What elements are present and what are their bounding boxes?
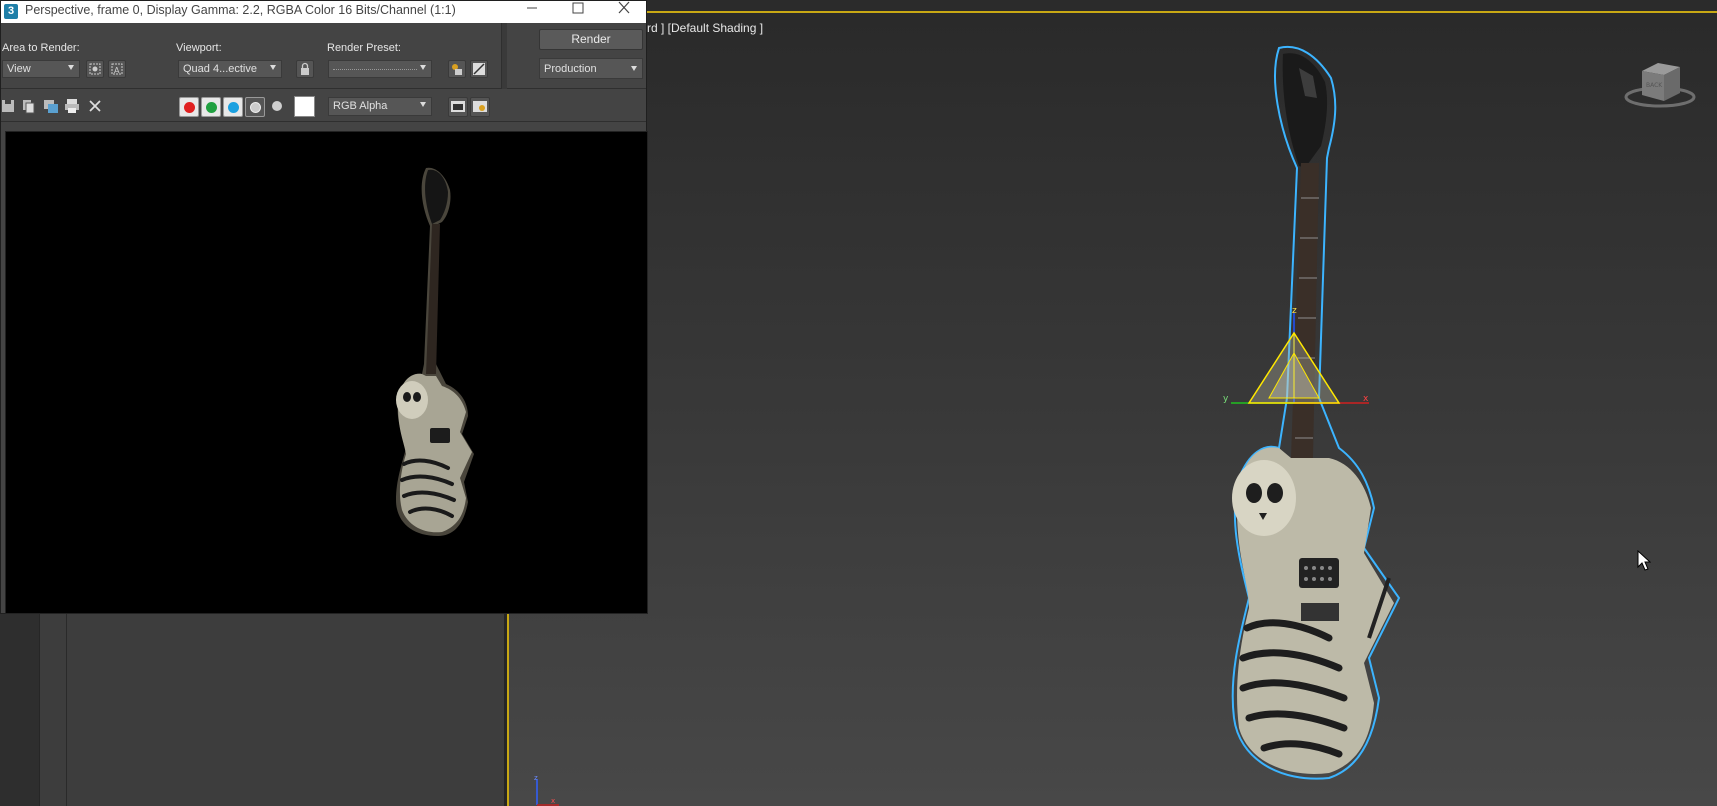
auto-region-button[interactable]: A bbox=[108, 60, 126, 78]
auto-region-icon: A bbox=[111, 63, 123, 75]
toggle-ui-overlay-button[interactable] bbox=[448, 97, 468, 117]
viewport-dropdown-value: Quad 4...ective bbox=[183, 63, 257, 75]
area-to-render-label: Area to Render: bbox=[2, 42, 80, 54]
render-setup-button[interactable] bbox=[448, 60, 466, 78]
lock-icon bbox=[301, 62, 309, 75]
rendered-frame-window[interactable]: 3 Perspective, frame 0, Display Gamma: 2… bbox=[0, 0, 648, 614]
channel-display-value: RGB Alpha bbox=[333, 100, 388, 112]
rendered-image bbox=[5, 131, 648, 614]
render-settings-area: Area to Render: View A Viewport: Quad 4.… bbox=[1, 23, 646, 89]
rendered-guitar bbox=[396, 167, 474, 536]
viewport-dropdown[interactable]: Quad 4...ective bbox=[178, 60, 282, 78]
frame-toolbar: RGB Alpha bbox=[1, 90, 646, 122]
mouse-cursor-icon bbox=[1637, 550, 1651, 571]
viewcube-icon[interactable]: BACK bbox=[1624, 51, 1696, 111]
settings-separator bbox=[501, 23, 507, 89]
close-icon bbox=[618, 1, 630, 14]
tripod-x-label: x bbox=[551, 797, 555, 805]
edit-region-button[interactable] bbox=[86, 60, 104, 78]
3dsmax-app-icon: 3 bbox=[4, 4, 18, 19]
green-channel-icon bbox=[206, 102, 217, 113]
green-channel-toggle[interactable] bbox=[201, 97, 221, 117]
command-panel-background bbox=[0, 600, 507, 806]
render-setup-icon bbox=[452, 64, 462, 75]
svg-text:BACK: BACK bbox=[1646, 82, 1663, 89]
panel-edge bbox=[504, 600, 507, 806]
gizmo-y-label: y bbox=[1223, 394, 1229, 404]
channel-display-dropdown[interactable]: RGB Alpha bbox=[328, 97, 432, 116]
close-button[interactable] bbox=[601, 1, 647, 23]
panel-divider bbox=[66, 600, 67, 806]
overlay-icon bbox=[451, 101, 465, 112]
gizmo-x-label: x bbox=[1363, 394, 1369, 404]
monochrome-icon[interactable] bbox=[269, 98, 285, 114]
alpha-channel-icon bbox=[250, 102, 261, 113]
environment-icon bbox=[473, 63, 485, 75]
maximize-button[interactable] bbox=[555, 1, 601, 23]
area-to-render-dropdown[interactable]: View bbox=[2, 60, 80, 78]
transform-gizmo[interactable]: z x y bbox=[1219, 303, 1369, 423]
maximize-icon bbox=[572, 2, 584, 14]
alpha-channel-toggle[interactable] bbox=[245, 97, 265, 117]
viewport-label-text: Viewport: bbox=[176, 42, 222, 54]
render-mode-dropdown[interactable]: Production bbox=[539, 58, 643, 79]
copy-image-icon[interactable] bbox=[21, 98, 37, 114]
window-titlebar[interactable]: 3 Perspective, frame 0, Display Gamma: 2… bbox=[1, 1, 646, 23]
toggle-ui-button[interactable] bbox=[470, 97, 490, 117]
area-to-render-value: View bbox=[7, 63, 31, 75]
print-image-icon[interactable] bbox=[64, 98, 80, 114]
clone-frame-icon[interactable] bbox=[43, 98, 59, 114]
lock-viewport-button[interactable] bbox=[296, 60, 314, 78]
red-channel-toggle[interactable] bbox=[179, 97, 199, 117]
minimize-button[interactable] bbox=[509, 1, 555, 23]
render-preset-label: Render Preset: bbox=[327, 42, 401, 54]
blue-channel-icon bbox=[228, 102, 239, 113]
save-image-icon[interactable] bbox=[1, 98, 17, 114]
tripod-z-label: z bbox=[534, 774, 538, 782]
ui-toggle-icon bbox=[473, 101, 487, 112]
viewport-label[interactable]: rd ] [Default Shading ] bbox=[647, 21, 763, 35]
left-toolbar-strip bbox=[0, 600, 40, 806]
axis-tripod-icon: z x bbox=[534, 774, 559, 806]
environment-effects-button[interactable] bbox=[470, 60, 488, 78]
perspective-viewport[interactable]: rd ] [Default Shading ] BACK z x y z x bbox=[507, 11, 1717, 806]
render-button[interactable]: Render bbox=[539, 29, 643, 50]
svg-text:A: A bbox=[114, 66, 120, 75]
clear-image-icon[interactable] bbox=[87, 98, 103, 114]
gizmo-z-label: z bbox=[1292, 306, 1297, 316]
render-mode-value: Production bbox=[544, 63, 597, 75]
hand-region-icon bbox=[89, 63, 101, 75]
minimize-icon bbox=[527, 7, 537, 9]
blue-channel-toggle[interactable] bbox=[223, 97, 243, 117]
preset-placeholder-line bbox=[333, 69, 417, 70]
red-channel-icon bbox=[184, 102, 195, 113]
clear-color-swatch[interactable] bbox=[294, 96, 315, 117]
window-title: Perspective, frame 0, Display Gamma: 2.2… bbox=[25, 3, 456, 17]
render-preset-dropdown[interactable] bbox=[328, 60, 432, 78]
